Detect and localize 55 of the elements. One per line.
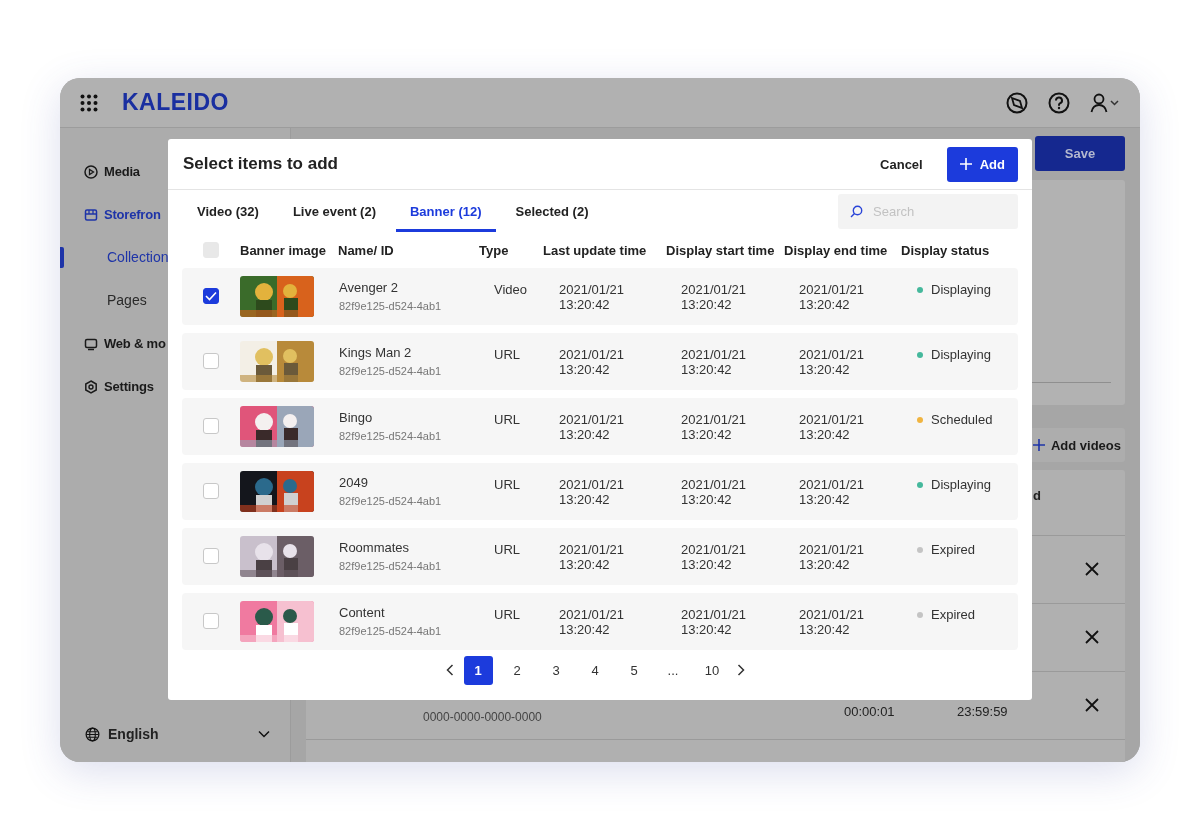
- item-id: 82f9e125-d524-4ab1: [339, 560, 443, 572]
- item-name: 2049: [339, 475, 369, 490]
- item-id: 82f9e125-d524-4ab1: [339, 625, 443, 637]
- table-cell-text: 2021/01/21 13:20:42: [680, 476, 748, 507]
- table-cell-text: 2021/01/21 13:20:42: [558, 476, 626, 507]
- table-cell-text: URL: [493, 606, 521, 622]
- column-header: Type: [479, 242, 510, 258]
- column-header: Display status: [901, 242, 990, 258]
- table-cell-text: 2021/01/21 13:20:42: [558, 541, 626, 572]
- item-name: Avenger 2: [339, 280, 400, 295]
- table-cell-text: URL: [493, 541, 521, 557]
- item-id: 82f9e125-d524-4ab1: [339, 495, 443, 507]
- table-cell-text: 2021/01/21 13:20:42: [558, 606, 626, 637]
- dialog-title: Select items to add: [183, 154, 339, 174]
- table-cell-text: 2021/01/21 13:20:42: [680, 606, 748, 637]
- table-cell-text: URL: [493, 346, 521, 362]
- table-cell: 00:00:01: [844, 704, 895, 719]
- table-cell-text: 2021/01/21 13:20:42: [798, 281, 866, 312]
- item-id: 82f9e125-d524-4ab1: [339, 300, 443, 312]
- column-header: Display end time: [784, 242, 889, 258]
- column-header: d: [1033, 488, 1041, 503]
- item-id: 82f9e125-d524-4ab1: [339, 365, 443, 377]
- column-header: Last update time: [543, 242, 648, 258]
- table-cell-text: 2021/01/21 13:20:42: [680, 281, 748, 312]
- table-cell-text: 2021/01/21 13:20:42: [558, 411, 626, 442]
- table-cell-text: URL: [493, 476, 521, 492]
- table-cell-text: 2021/01/21 13:20:42: [680, 541, 748, 572]
- item-id: 82f9e125-d524-4ab1: [339, 430, 443, 442]
- table-cell-text: 2021/01/21 13:20:42: [558, 281, 626, 312]
- status-text: Scheduled: [931, 412, 993, 427]
- item-name: Kings Man 2: [339, 345, 413, 360]
- column-header: Name/ ID: [338, 242, 395, 258]
- table-cell-text: 2021/01/21 13:20:42: [680, 411, 748, 442]
- table-cell-text: Video: [493, 281, 528, 297]
- status-text: Displaying: [931, 347, 991, 362]
- status-text: Displaying: [931, 477, 991, 492]
- status-text: Displaying: [931, 282, 991, 297]
- table-cell-text: 2021/01/21 13:20:42: [798, 606, 866, 637]
- table-cell-text: 2021/01/21 13:20:42: [798, 541, 866, 572]
- item-name: Content: [339, 605, 386, 620]
- column-header: Banner image: [240, 242, 327, 258]
- table-cell-text: 2021/01/21 13:20:42: [558, 346, 626, 377]
- table-cell-text: 2021/01/21 13:20:42: [680, 346, 748, 377]
- status-text: Expired: [931, 607, 976, 622]
- table-cell-text: 2021/01/21 13:20:42: [798, 411, 866, 442]
- item-name: Bingo: [339, 410, 374, 425]
- item-name: Roommates: [339, 540, 411, 555]
- logo: KALEIDO: [122, 89, 229, 116]
- table-cell-text: 2021/01/21 13:20:42: [798, 476, 866, 507]
- status-text: Expired: [931, 542, 976, 557]
- table-cell: 23:59:59: [957, 704, 1008, 719]
- table-cell-text: URL: [493, 411, 521, 427]
- column-header: Display start time: [666, 242, 776, 258]
- table-cell: 0000-0000-0000-0000: [423, 710, 542, 724]
- table-cell-text: 2021/01/21 13:20:42: [798, 346, 866, 377]
